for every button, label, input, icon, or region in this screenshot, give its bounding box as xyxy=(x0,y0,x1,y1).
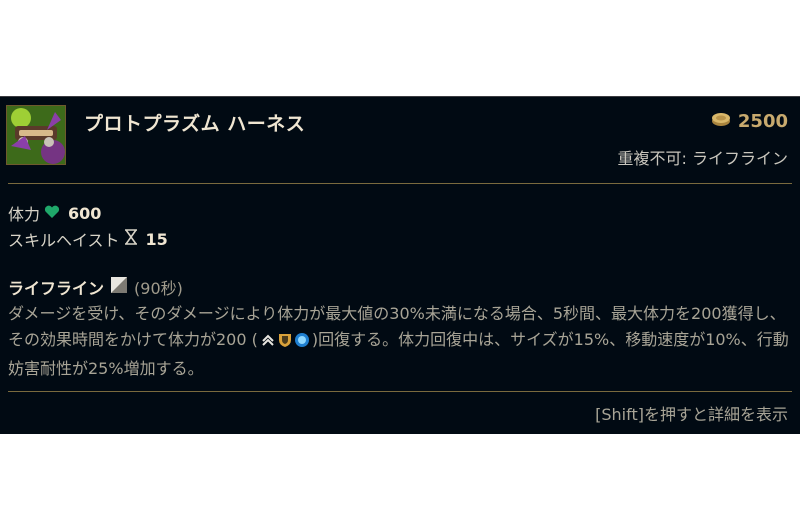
stat-value: 600 xyxy=(68,203,102,223)
passive-icon xyxy=(110,276,128,298)
hourglass-icon xyxy=(124,229,138,249)
protoplasm-harness-icon xyxy=(6,105,66,165)
scaling-icons xyxy=(260,330,310,356)
passive-cooldown: (90秒) xyxy=(134,279,183,298)
shift-hint: [Shift]を押すと詳細を表示 xyxy=(595,405,788,424)
cost-value: 2500 xyxy=(737,111,788,132)
item-name: プロトプラズム ハーネス xyxy=(84,113,306,135)
passive-title: ライフライン (90秒) xyxy=(8,275,183,299)
unique-label: 重複不可: ライフライン xyxy=(617,149,788,168)
stat-ability-haste: スキルヘイスト 15 xyxy=(8,227,168,251)
item-tooltip: プロトプラズム ハーネス 2500 重複不可: ライフライン 体力 600 スキ… xyxy=(0,96,800,434)
stat-label: スキルヘイスト xyxy=(8,231,120,250)
stat-value: 15 xyxy=(145,229,168,249)
heart-icon xyxy=(44,204,60,223)
level-icon xyxy=(260,330,276,356)
gold-coin-icon xyxy=(710,111,732,132)
divider xyxy=(8,391,792,392)
divider xyxy=(8,183,792,184)
bonus-armor-icon xyxy=(277,330,293,356)
stat-health: 体力 600 xyxy=(8,201,101,225)
stat-label: 体力 xyxy=(8,205,41,224)
passive-name: ライフライン xyxy=(8,279,105,298)
item-cost: 2500 xyxy=(710,111,788,132)
ability-power-icon xyxy=(294,330,310,356)
passive-description: ダメージを受け、そのダメージにより体力が最大値の30%未満になる場合、5秒間、最… xyxy=(8,301,792,382)
